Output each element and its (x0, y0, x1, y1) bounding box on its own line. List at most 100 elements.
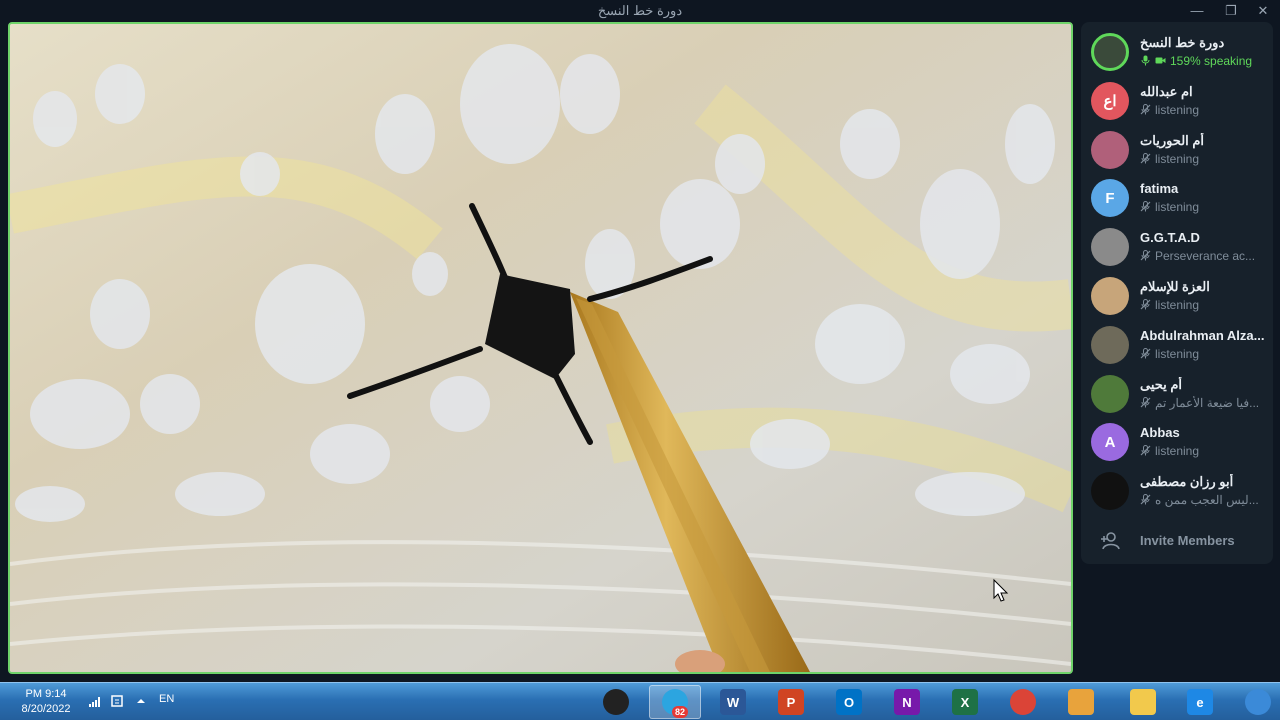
invite-members-button[interactable]: Invite Members (1099, 530, 1269, 552)
taskbar-word-button[interactable]: W (707, 685, 759, 719)
member-status-text: listening (1155, 444, 1200, 459)
video-stream[interactable] (8, 22, 1073, 674)
internet-explorer-icon: e (1187, 689, 1213, 715)
avatar (1091, 277, 1129, 315)
muted-mic-icon (1140, 445, 1151, 456)
member-row[interactable]: Ffatima listening (1091, 176, 1269, 222)
member-name: أم الحوريات (1140, 132, 1205, 148)
member-name: العزة للإسلام (1140, 279, 1210, 294)
member-status-text: listening (1155, 102, 1200, 117)
muted-mic-icon (1140, 250, 1151, 261)
taskbar-onenote-button[interactable]: N (881, 685, 933, 719)
avatar (1091, 325, 1129, 364)
member-status-text: listening (1155, 346, 1200, 361)
tray-expand-icon[interactable] (134, 694, 148, 708)
unread-badge: 82 (672, 706, 689, 718)
taskbar-obs-button[interactable] (590, 685, 642, 719)
member-status: فيا ضيعة الأعمار تم... (1140, 396, 1268, 410)
muted-mic-icon (1140, 299, 1151, 310)
file-explorer-icon (1130, 689, 1156, 715)
obs-icon (603, 689, 629, 715)
outlook-icon: O (836, 689, 862, 715)
avatar (1091, 130, 1129, 169)
start-icon (1245, 689, 1271, 715)
member-status: listening (1140, 444, 1268, 458)
member-status-text: 159% speaking (1170, 54, 1253, 68)
member-status: listening (1140, 347, 1268, 361)
member-status: Perseverance ac... (1140, 249, 1268, 263)
muted-mic-icon (1140, 103, 1151, 115)
member-status: listening (1140, 103, 1268, 117)
member-name: ام عبدالله (1140, 83, 1193, 99)
clock-time: PM 9:14 (25, 688, 67, 700)
member-name: G.G.T.A.D (1140, 230, 1200, 246)
member-row[interactable]: Abdulrahman Alza... listening (1091, 323, 1269, 369)
avatar: اع (1091, 81, 1129, 120)
taskbar-outlook-button[interactable]: O (823, 685, 875, 719)
onenote-icon: N (894, 689, 920, 715)
taskbar-internet-explorer-button[interactable]: e (1174, 685, 1226, 719)
member-status-text: فيا ضيعة الأعمار تم... (1155, 395, 1260, 410)
taskbar-media-player-button[interactable] (1055, 685, 1107, 719)
title-bar: دورة خط النسخ — ❐ ✕ (0, 0, 1280, 22)
telegram-icon: 82 (662, 689, 689, 718)
window-title: دورة خط النسخ (597, 3, 683, 18)
avatar: F (1091, 179, 1129, 218)
avatar (1091, 228, 1129, 267)
avatar (1091, 33, 1129, 71)
member-row[interactable]: أبو رزان مصطفى ليس العجب ممن ه... (1091, 469, 1269, 515)
member-row[interactable]: العزة للإسلام listening (1091, 274, 1269, 320)
member-name: أم يحيى (1140, 376, 1183, 392)
taskbar-powerpoint-button[interactable]: P (765, 685, 817, 719)
member-row[interactable]: أم يحيى فيا ضيعة الأعمار تم... (1091, 372, 1269, 418)
member-status-text: ليس العجب ممن ه... (1155, 493, 1259, 508)
word-icon: W (720, 689, 746, 715)
member-row[interactable]: دورة خط النسخ 159% speaking (1091, 30, 1269, 76)
taskbar: PM 9:14 8/20/2022 EN 82 W P O N Xe (0, 682, 1280, 720)
member-status: ليس العجب ممن ه... (1140, 493, 1268, 507)
network-icon[interactable] (88, 694, 102, 708)
member-status: listening (1140, 152, 1268, 166)
member-status: listening (1140, 298, 1268, 312)
taskbar-telegram-button[interactable]: 82 (649, 685, 701, 719)
muted-mic-icon (1140, 396, 1151, 408)
chrome-icon (1010, 689, 1036, 715)
member-row[interactable]: G.G.T.A.D Perseverance ac... (1091, 225, 1269, 271)
avatar (1091, 472, 1129, 511)
member-status-text: listening (1155, 200, 1200, 215)
avatar: A (1091, 423, 1129, 462)
media-player-icon (1068, 689, 1094, 715)
member-status-text: listening (1155, 298, 1200, 312)
member-name: Abdulrahman Alza... (1140, 327, 1265, 343)
action-center-icon[interactable] (110, 694, 124, 708)
language-indicator[interactable]: EN (159, 693, 174, 705)
member-status: 159% speaking (1140, 54, 1268, 68)
mic-icon (1141, 55, 1150, 66)
member-status-text: Perseverance ac... (1155, 249, 1256, 264)
muted-mic-icon (1140, 201, 1151, 212)
taskbar-chrome-button[interactable] (997, 685, 1049, 719)
taskbar-start-button[interactable] (1232, 685, 1280, 719)
restore-button[interactable]: ❐ (1214, 0, 1248, 22)
clock[interactable]: PM 9:14 8/20/2022 (14, 687, 78, 717)
close-button[interactable]: ✕ (1246, 0, 1280, 22)
taskbar-excel-button[interactable]: X (939, 685, 991, 719)
member-name: دورة خط النسخ (1140, 35, 1225, 50)
invite-members-label: Invite Members (1140, 533, 1235, 548)
taskbar-file-explorer-button[interactable] (1117, 685, 1169, 719)
member-name: أبو رزان مصطفى (1140, 474, 1234, 490)
add-user-icon (1101, 532, 1120, 550)
member-row[interactable]: A Abbas listening (1091, 420, 1269, 466)
muted-mic-icon (1140, 494, 1151, 505)
member-status: listening (1140, 200, 1268, 214)
member-row[interactable]: أم الحوريات listening (1091, 128, 1269, 174)
member-name: Abbas (1140, 425, 1180, 441)
members-panel: دورة خط النسخ 159% speaking اع ام عبدالله li… (1081, 22, 1273, 564)
video-image (10, 24, 1071, 672)
minimize-button[interactable]: — (1180, 0, 1214, 22)
clock-date: 8/20/2022 (21, 703, 71, 715)
member-status-text: listening (1155, 151, 1200, 166)
muted-mic-icon (1140, 347, 1151, 359)
muted-mic-icon (1140, 152, 1151, 164)
member-row[interactable]: اع ام عبدالله listening (1091, 79, 1269, 125)
